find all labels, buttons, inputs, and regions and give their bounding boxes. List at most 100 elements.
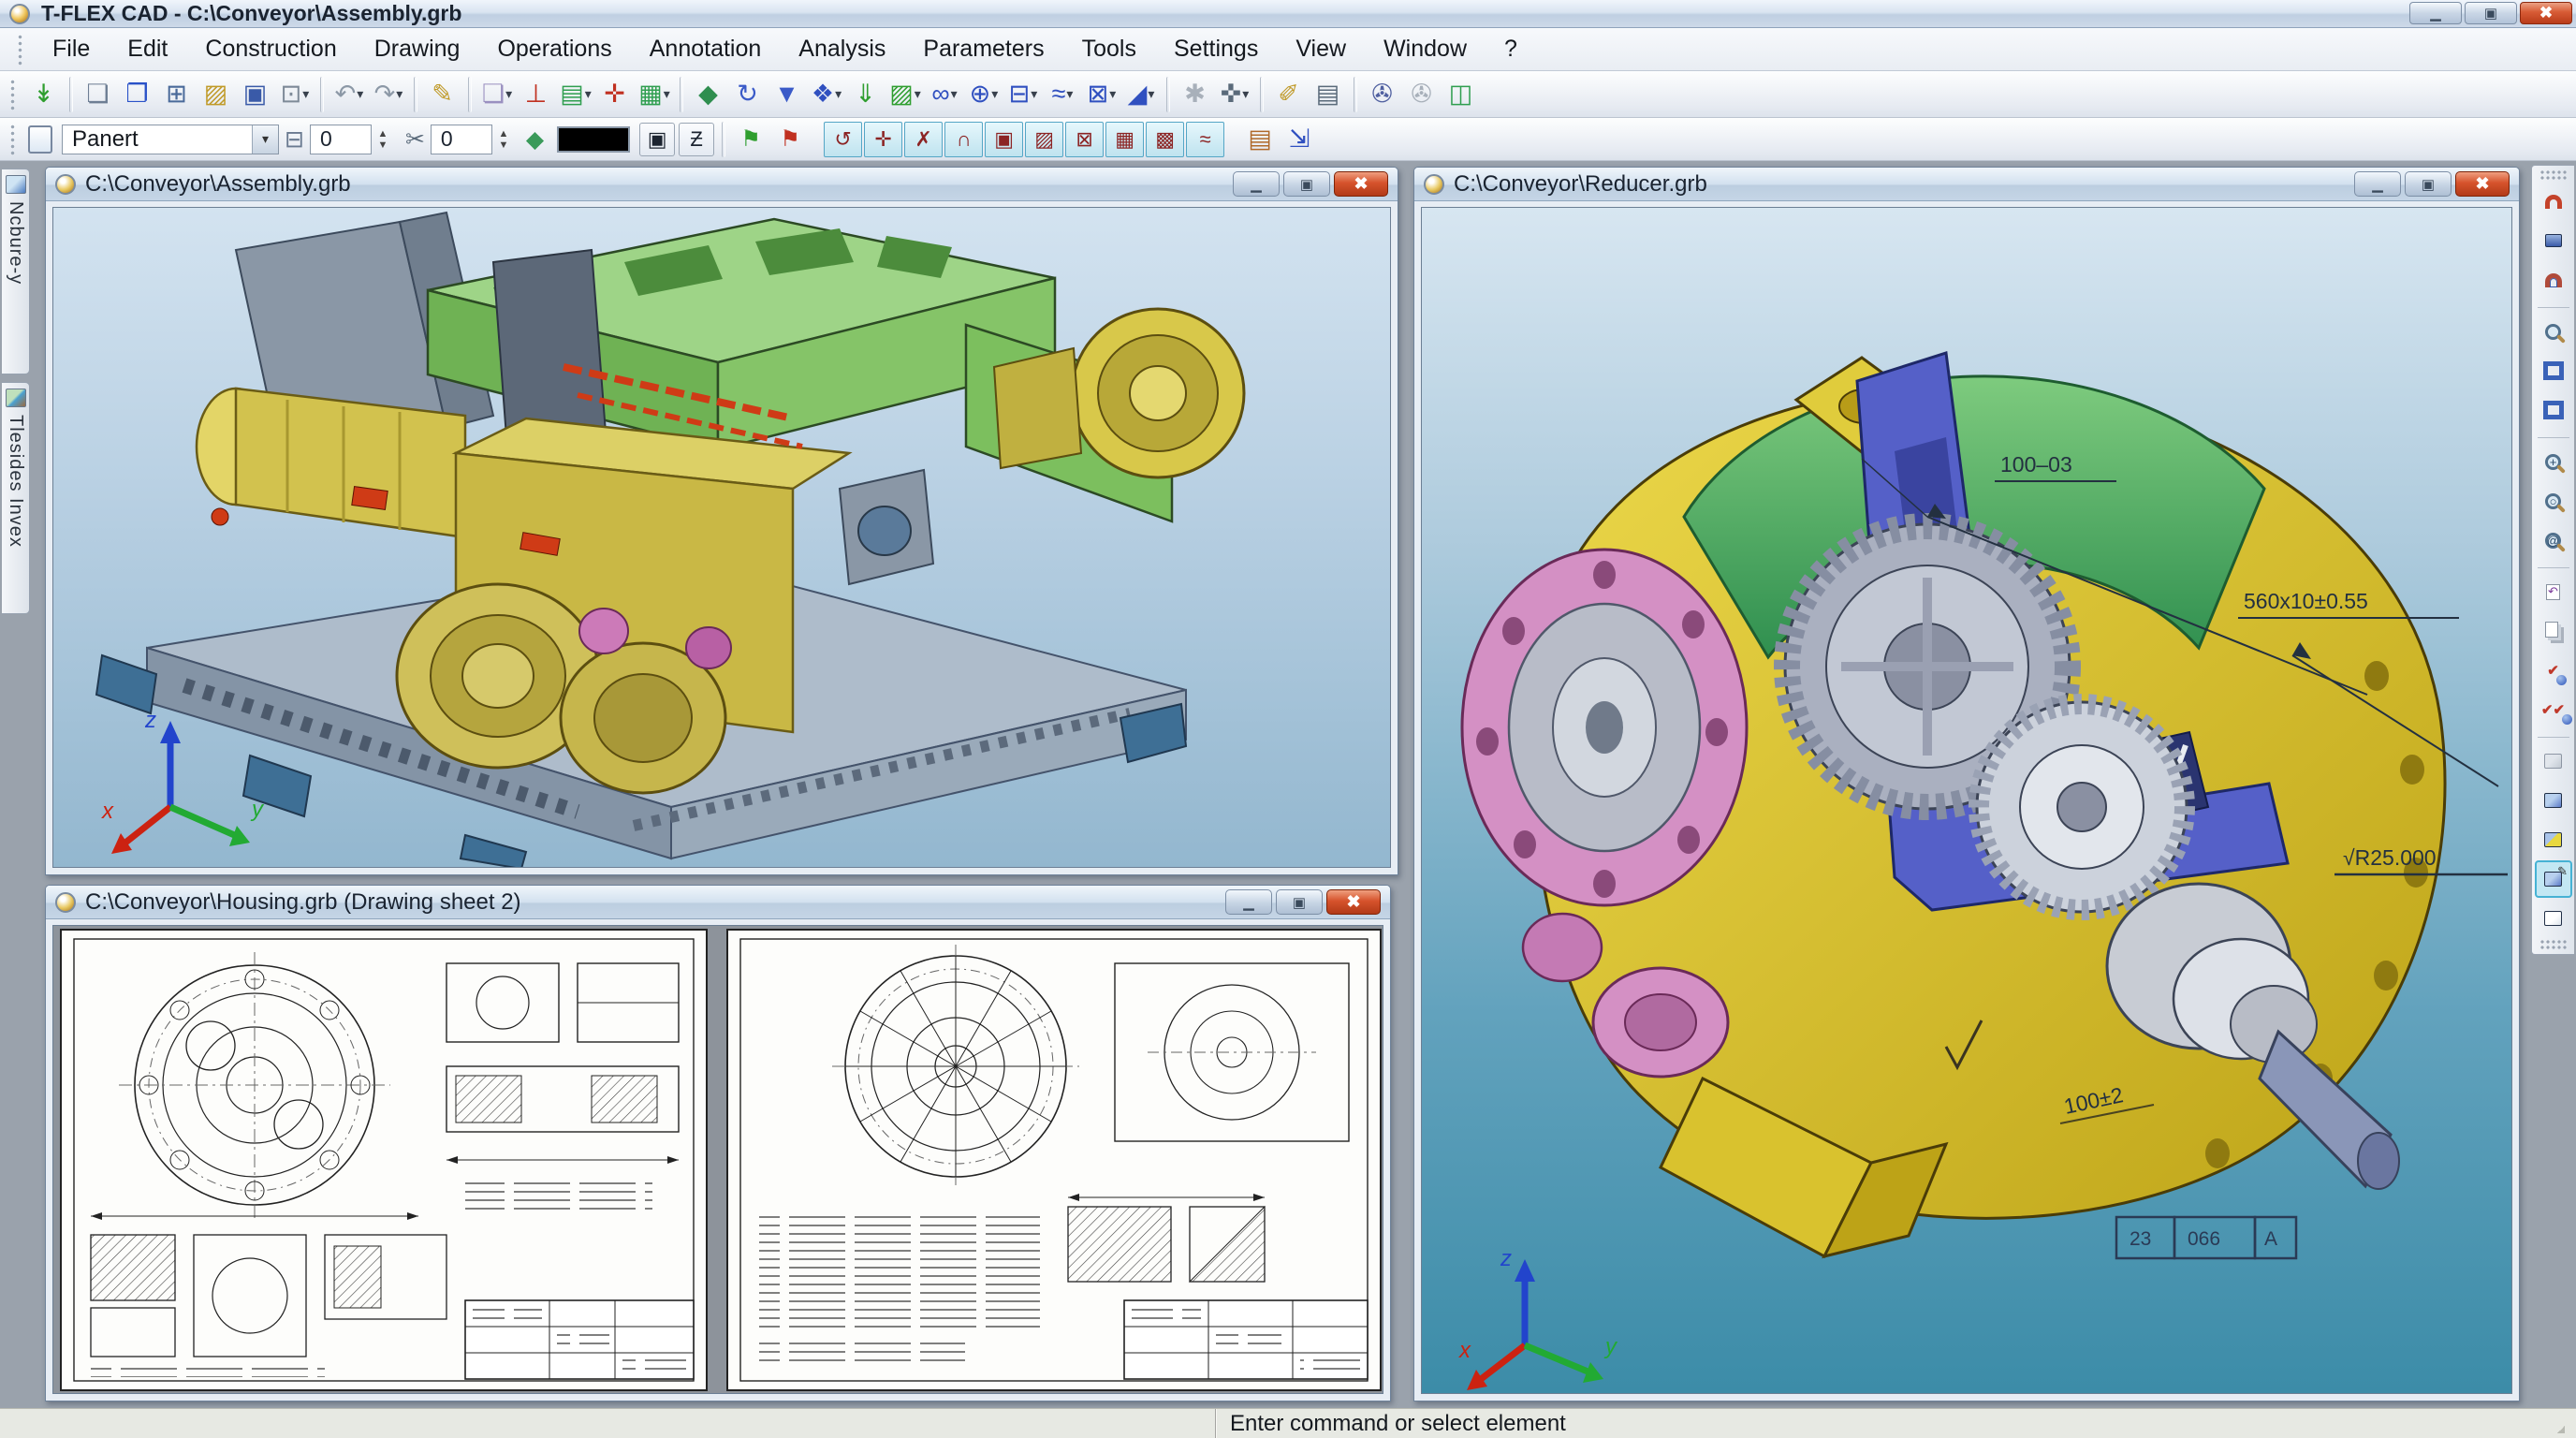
new-document-icon[interactable]: ❏ (79, 75, 118, 114)
measure-icon[interactable]: ✜ ▾ (1215, 75, 1254, 114)
layer-spinner[interactable]: 0 (310, 125, 372, 154)
previous-view-button[interactable]: ↶ (2535, 573, 2572, 610)
resize-grip[interactable] (2552, 1409, 2576, 1438)
restore-button[interactable]: ▣ (2465, 2, 2517, 24)
assembly-mode-button[interactable] (2535, 742, 2572, 780)
menu-file[interactable]: File (36, 30, 107, 68)
print-icon[interactable]: ⊡ ▾ (275, 75, 315, 114)
menu-annotation[interactable]: Annotation (633, 30, 779, 68)
regenerate-button[interactable]: ✔✔ (2535, 691, 2572, 728)
toggle-grid[interactable]: ▦ (1105, 122, 1144, 157)
sweep-icon[interactable]: ≈ ▾ (1043, 75, 1082, 114)
color-swatch[interactable] (557, 126, 630, 153)
pin-off-button[interactable]: ⚑ (770, 120, 810, 159)
attach-points-icon[interactable]: ✇ (1402, 75, 1442, 114)
boolean-cut-icon[interactable]: ⊟ ▾ (1003, 75, 1043, 114)
reducer-window-titlebar[interactable]: C:\Conveyor\Reducer.grb ▁ ▣ ✖ (1414, 168, 2519, 201)
select-frame-button[interactable] (2535, 391, 2572, 429)
shield-tool-icon[interactable]: ❖ ▾ (807, 75, 846, 114)
close-button[interactable]: ✖ (2455, 171, 2510, 197)
edit-eraser-icon[interactable]: ✎ (423, 75, 462, 114)
coordinate-point-icon[interactable]: ⊥ (517, 75, 556, 114)
grid-3d-icon[interactable]: ▦ ▾ (635, 75, 674, 114)
spin-up-icon[interactable]: ▲ (373, 128, 392, 139)
zoom-out-button[interactable]: ○ (2535, 482, 2572, 520)
exit-model-button[interactable]: ⇲ (1280, 120, 1319, 159)
undo-icon[interactable]: ↶ ▾ (329, 75, 369, 114)
link-copy-icon[interactable]: ∞ ▾ (925, 75, 964, 114)
menu-help[interactable]: ? (1487, 30, 1534, 68)
pin-on-button[interactable]: ⚑ (731, 120, 770, 159)
minimize-button[interactable]: ▁ (2409, 2, 2462, 24)
minimize-button[interactable]: ▁ (1233, 171, 1280, 197)
extrude-icon[interactable]: ⇓ (846, 75, 886, 114)
wireframe-button[interactable] (2535, 900, 2572, 937)
menu-settings[interactable]: Settings (1157, 30, 1275, 68)
minimize-button[interactable]: ▁ (2354, 171, 2401, 197)
sidebar-tab-preview[interactable]: Tlesides Invex (2, 382, 30, 614)
toggle-hatch-invisible[interactable]: ✗ (904, 122, 943, 157)
housing-drawing-viewport[interactable] (52, 925, 1383, 1394)
rotate-view-icon[interactable]: ↻ (728, 75, 768, 114)
toggle-arcs[interactable]: ∩ (944, 122, 983, 157)
zoom-in-button[interactable]: + (2535, 443, 2572, 480)
menu-view[interactable]: View (1279, 30, 1363, 68)
solid-view-button[interactable] (2535, 821, 2572, 858)
menu-drawing[interactable]: Drawing (358, 30, 477, 68)
hole-icon[interactable]: ⊠ ▾ (1082, 75, 1121, 114)
zoom-all-button[interactable] (2535, 313, 2572, 350)
menu-edit[interactable]: Edit (110, 30, 184, 68)
assembly-gear-icon[interactable]: ✱ (1176, 75, 1215, 114)
maximize-button[interactable]: ▣ (1283, 171, 1330, 197)
new-3d-model-icon[interactable]: ❐ (118, 75, 157, 114)
toggle-fills[interactable]: ▩ (1146, 122, 1184, 157)
maximize-button[interactable]: ▣ (1276, 889, 1323, 915)
spin-down-icon[interactable]: ▼ (494, 139, 513, 151)
edit-in-place-button[interactable] (2535, 860, 2572, 898)
zorder-button[interactable]: Ƶ (679, 123, 714, 156)
snap-options-button[interactable] (2535, 222, 2572, 259)
menu-tools[interactable]: Tools (1065, 30, 1153, 68)
zoom-window-button[interactable] (2535, 352, 2572, 389)
frame-embed-icon[interactable]: ◫ (1442, 75, 1481, 114)
close-button[interactable]: ✖ (1334, 171, 1388, 197)
assembly-window-titlebar[interactable]: C:\Conveyor\Assembly.grb ▁ ▣ ✖ (46, 168, 1398, 201)
sidebar-tab-structure[interactable]: Ncbure-y (2, 169, 30, 374)
axes-3d-icon[interactable]: ✛ (595, 75, 635, 114)
chamfer-icon[interactable]: ◢ ▾ (1121, 75, 1161, 114)
assembly-3d-viewport[interactable]: z x y (52, 207, 1391, 868)
layer-spinner-arrows[interactable]: ▲ ▼ (373, 125, 392, 154)
redo-icon[interactable]: ↷ ▾ (369, 75, 408, 114)
clipboard-button[interactable]: ▤ (1240, 120, 1280, 159)
save-document-icon[interactable]: ▣ (236, 75, 275, 114)
library-icon[interactable]: ▤ (1309, 75, 1348, 114)
open-folder-icon[interactable]: ▨ ▾ (886, 75, 925, 114)
menu-construction[interactable]: Construction (188, 30, 353, 68)
toggle-construction-lines[interactable]: ↺ (824, 122, 862, 157)
page-selector[interactable]: Panert ▾ (62, 125, 279, 154)
menu-operations[interactable]: Operations (480, 30, 628, 68)
cone-tool-icon[interactable]: ▼ (768, 75, 807, 114)
open-document-icon[interactable]: ▨ (197, 75, 236, 114)
workplane-icon[interactable]: ▤ ▾ (556, 75, 595, 114)
snap-toggle-button[interactable] (2535, 183, 2572, 220)
new-drawing-icon[interactable]: ⊞ (157, 75, 197, 114)
titlebar[interactable]: T-FLEX CAD - C:\Conveyor\Assembly.grb ▁ … (0, 0, 2576, 28)
reducer-3d-viewport[interactable]: 100–03 560x10±0.55 √R25.000 100±2 (1421, 207, 2512, 1394)
toggle-hatches[interactable]: ▨ (1025, 122, 1063, 157)
minimize-button[interactable]: ▁ (1225, 889, 1272, 915)
snap-cancel-button[interactable] (2535, 261, 2572, 299)
toggle-nodes[interactable]: ✛ (864, 122, 902, 157)
section-view-button[interactable] (2535, 782, 2572, 819)
chevron-down-icon[interactable]: ▾ (252, 125, 278, 154)
boolean-add-icon[interactable]: ⊕ ▾ (964, 75, 1003, 114)
maximize-button[interactable]: ▣ (2405, 171, 2452, 197)
menu-analysis[interactable]: Analysis (782, 30, 902, 68)
attach-file-icon[interactable]: ✇ (1363, 75, 1402, 114)
toggle-dimensions[interactable]: ▣ (985, 122, 1023, 157)
solid-tool-icon[interactable]: ◆ (689, 75, 728, 114)
housing-window-titlebar[interactable]: C:\Conveyor\Housing.grb (Drawing sheet 2… (46, 886, 1390, 919)
toggle-texts[interactable]: ⊠ (1065, 122, 1104, 157)
toggle-splines[interactable]: ≈ (1186, 122, 1224, 157)
wrench-doc-icon[interactable]: ✐ (1269, 75, 1309, 114)
